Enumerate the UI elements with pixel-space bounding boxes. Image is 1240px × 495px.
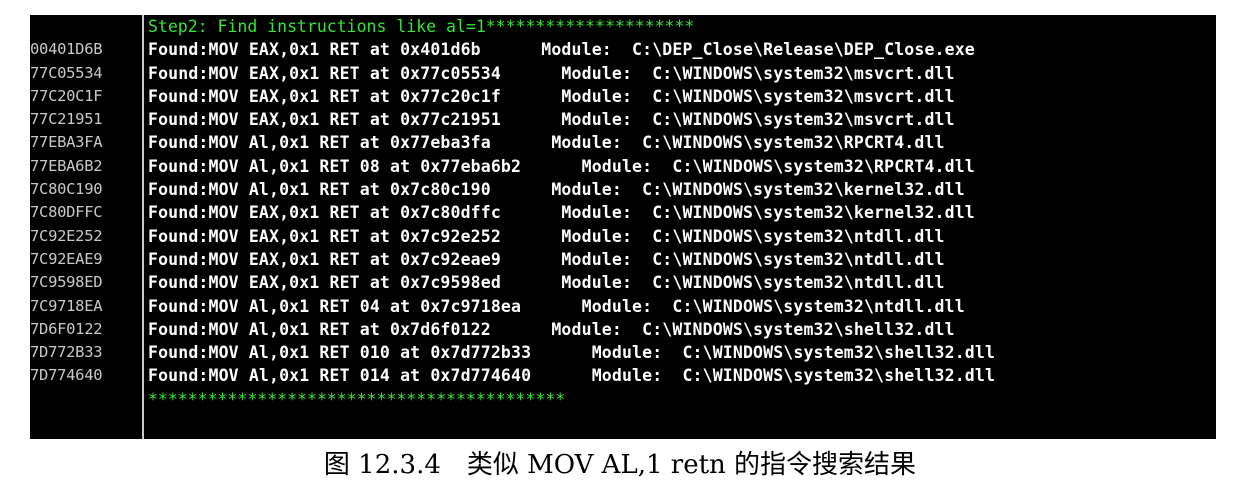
- result-line[interactable]: Found:MOV EAX,0x1 RET at 0x7c92e252 Modu…: [148, 225, 1216, 248]
- address-cell[interactable]: 7D774640: [30, 364, 142, 387]
- address-cell[interactable]: 77C20C1F: [30, 85, 142, 108]
- result-line[interactable]: Found:MOV Al,0x1 RET 014 at 0x7d774640 M…: [148, 364, 1216, 387]
- result-line[interactable]: Found:MOV Al,0x1 RET at 0x77eba3fa Modul…: [148, 131, 1216, 154]
- result-line[interactable]: Found:MOV EAX,0x1 RET at 0x7c92eae9 Modu…: [148, 248, 1216, 271]
- address-cell[interactable]: 77EBA3FA: [30, 131, 142, 154]
- address-cell[interactable]: 7C80DFFC: [30, 201, 142, 224]
- address-header-spacer: [30, 15, 142, 38]
- address-column: 00401D6B 77C05534 77C20C1F 77C21951 77EB…: [30, 15, 142, 439]
- result-line[interactable]: Found:MOV EAX,0x1 RET at 0x77c20c1f Modu…: [148, 85, 1216, 108]
- result-line[interactable]: Found:MOV EAX,0x1 RET at 0x401d6b Module…: [148, 38, 1216, 61]
- result-line[interactable]: Found:MOV EAX,0x1 RET at 0x77c05534 Modu…: [148, 62, 1216, 85]
- address-cell[interactable]: 7C80C190: [30, 178, 142, 201]
- address-cell[interactable]: 7D6F0122: [30, 318, 142, 341]
- address-cell[interactable]: 77EBA6B2: [30, 155, 142, 178]
- result-line[interactable]: Found:MOV EAX,0x1 RET at 0x7c9598ed Modu…: [148, 271, 1216, 294]
- address-cell[interactable]: 00401D6B: [30, 38, 142, 61]
- figure-caption: 图 12.3.4 类似 MOV AL,1 retn 的指令搜索结果: [323, 450, 917, 480]
- address-cell[interactable]: 7D772B33: [30, 341, 142, 364]
- result-line[interactable]: Found:MOV Al,0x1 RET 08 at 0x77eba6b2 Mo…: [148, 155, 1216, 178]
- column-divider: [142, 15, 144, 439]
- result-line[interactable]: Found:MOV EAX,0x1 RET at 0x7c80dffc Modu…: [148, 201, 1216, 224]
- address-cell[interactable]: 77C21951: [30, 108, 142, 131]
- result-line[interactable]: Found:MOV Al,0x1 RET 04 at 0x7c9718ea Mo…: [148, 295, 1216, 318]
- result-line[interactable]: Found:MOV Al,0x1 RET 010 at 0x7d772b33 M…: [148, 341, 1216, 364]
- bottom-separator: ****************************************…: [148, 389, 566, 409]
- console-window: ****************************************…: [30, 15, 1216, 439]
- result-line[interactable]: Found:MOV Al,0x1 RET at 0x7d6f0122 Modul…: [148, 318, 1216, 341]
- step-title: Step2: Find instructions like al=1******…: [148, 17, 695, 36]
- address-cell[interactable]: 7C92E252: [30, 225, 142, 248]
- address-cell[interactable]: 7C9598ED: [30, 271, 142, 294]
- address-cell[interactable]: 7C92EAE9: [30, 248, 142, 271]
- output-column: Step2: Find instructions like al=1******…: [148, 15, 1216, 439]
- address-cell[interactable]: 7C9718EA: [30, 295, 142, 318]
- result-line[interactable]: Found:MOV EAX,0x1 RET at 0x77c21951 Modu…: [148, 108, 1216, 131]
- address-cell[interactable]: 77C05534: [30, 62, 142, 85]
- result-line[interactable]: Found:MOV Al,0x1 RET at 0x7c80c190 Modul…: [148, 178, 1216, 201]
